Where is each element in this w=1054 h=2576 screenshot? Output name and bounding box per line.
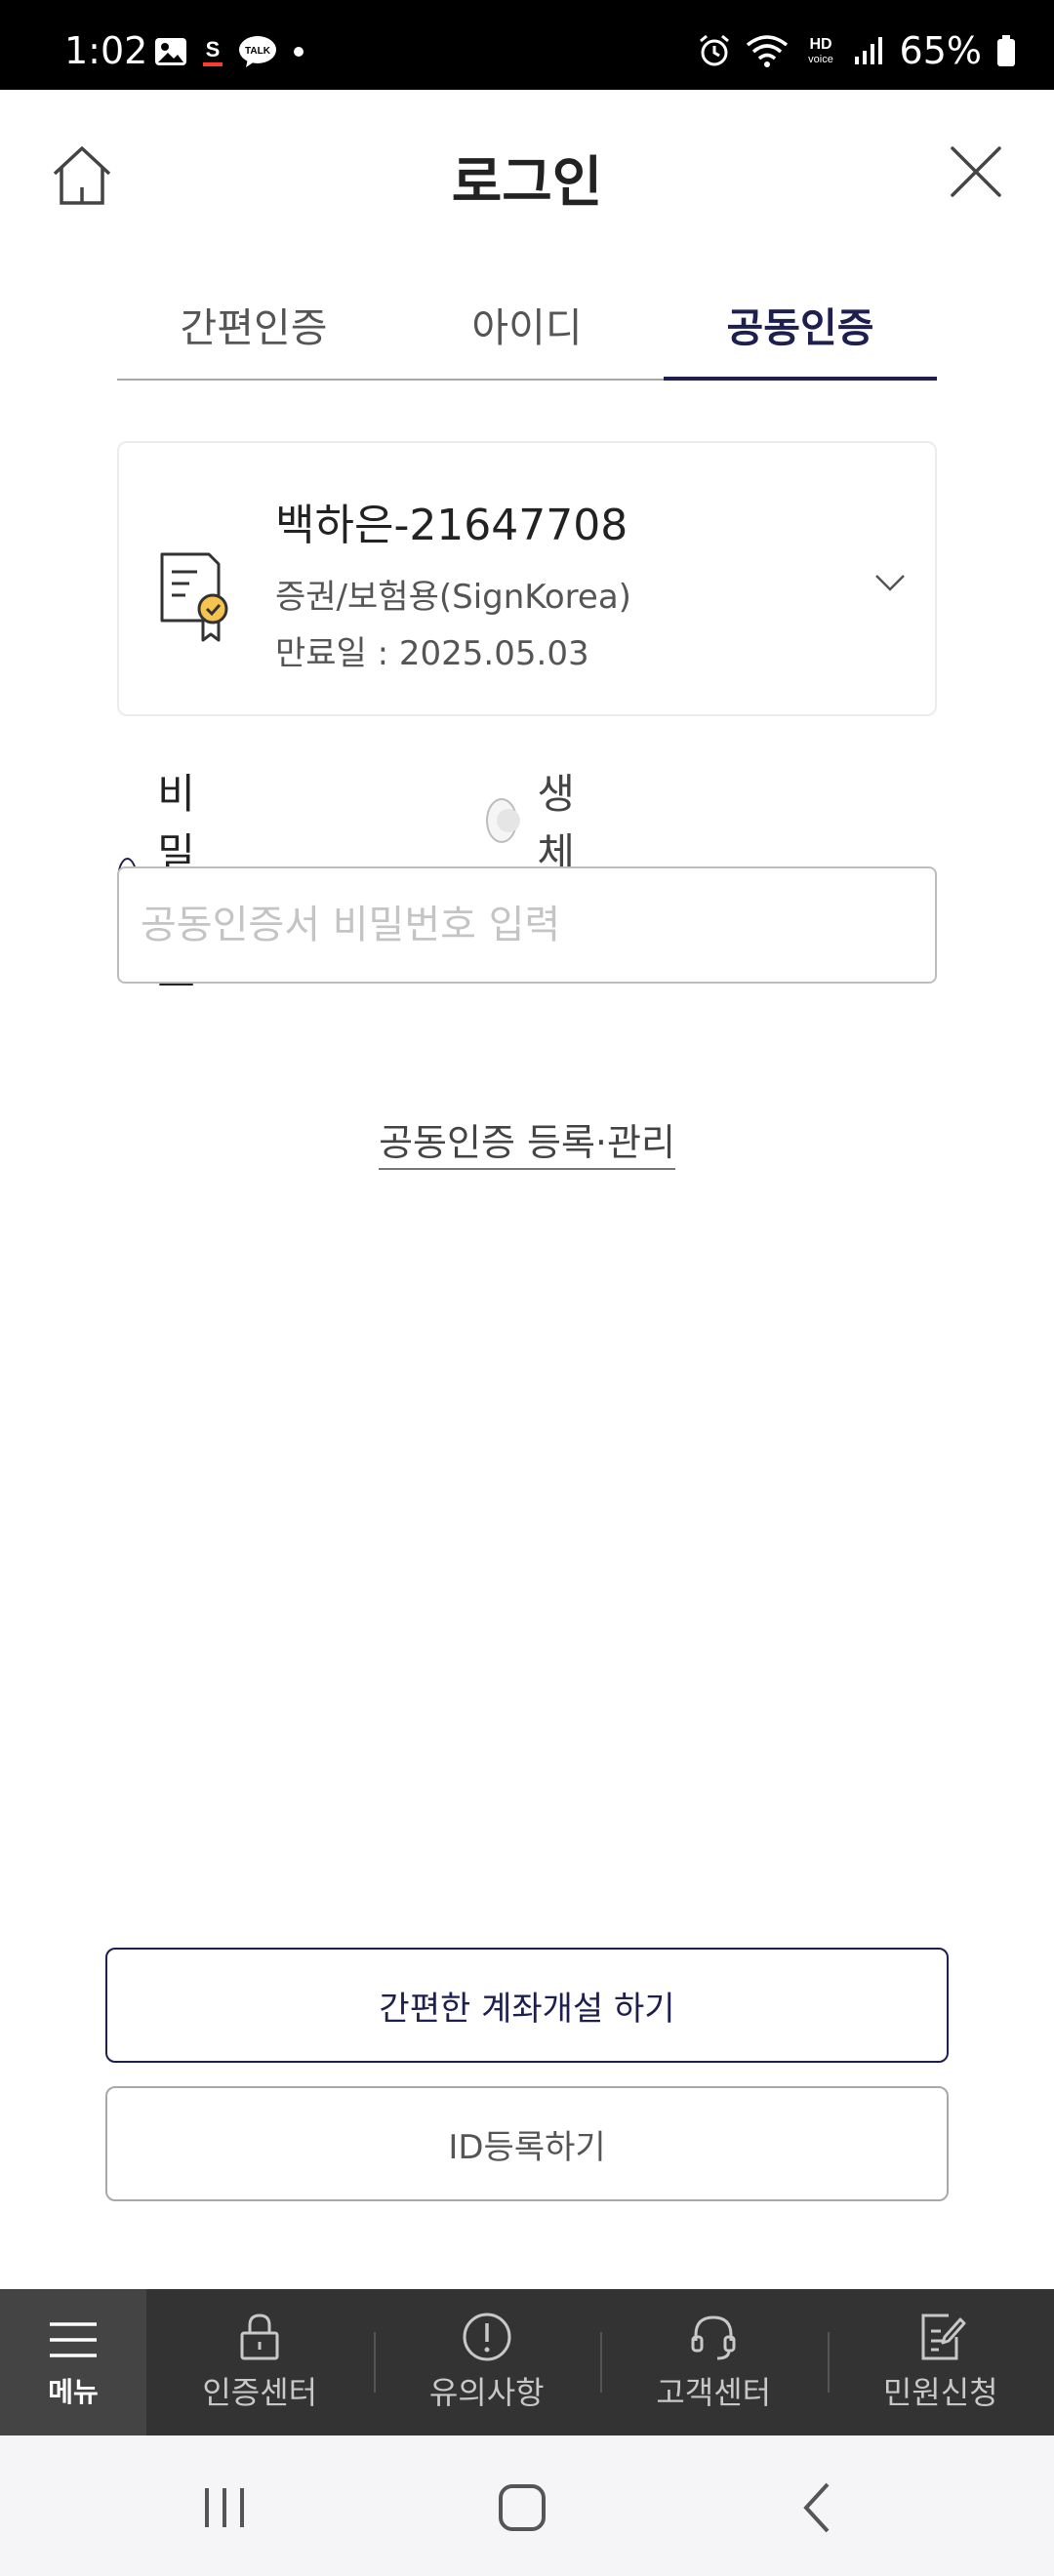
back-icon[interactable] [790, 2480, 849, 2535]
hamburger-icon [50, 2322, 97, 2357]
certificate-name: 백하은-21647708 [275, 501, 628, 550]
chevron-down-icon[interactable] [872, 564, 908, 599]
nav-item-auth-center[interactable]: 인증센터 [146, 2289, 374, 2435]
tab-joint-certificate[interactable]: 공동인증 [664, 283, 937, 381]
system-nav-bar [0, 2435, 1054, 2576]
headset-icon [691, 2315, 736, 2360]
wifi-icon [746, 35, 788, 67]
voice-label: voice [808, 54, 833, 65]
radio-biometric-label: 생체 [537, 770, 576, 877]
battery-icon [997, 35, 1015, 66]
document-edit-icon [921, 2314, 966, 2360]
signal-icon [854, 37, 882, 64]
register-id-button[interactable]: ID등록하기 [105, 2086, 949, 2201]
status-time: 1:02 [64, 29, 148, 72]
recent-apps-icon[interactable] [195, 2480, 254, 2535]
talk-icon-text: TALK [245, 46, 271, 57]
login-tabs: 간편인증 아이디 공동인증 [117, 283, 937, 381]
certificate-card[interactable]: 백하은-21647708 증권/보험용(SignKorea) 만료일 : 202… [117, 441, 937, 716]
dot-icon [294, 47, 304, 57]
battery-percent: 65% [899, 29, 982, 72]
nav-item-complaint[interactable]: 민원신청 [827, 2289, 1054, 2435]
gallery-icon [155, 38, 186, 65]
nav-item-notice-label: 유의사항 [428, 2374, 545, 2411]
nav-divider [373, 2332, 376, 2393]
nav-divider [600, 2332, 602, 2393]
tab-id[interactable]: 아이디 [390, 283, 664, 379]
talk-icon: TALK [239, 36, 276, 67]
s-app-letter: S [206, 37, 221, 61]
alarm-icon [699, 34, 729, 66]
close-icon[interactable] [945, 141, 1007, 203]
certificate-manage-link-wrap: 공동인증 등록·관리 [0, 1112, 1054, 1170]
nav-item-auth-center-label: 인증센터 [202, 2374, 318, 2411]
certificate-expiry: 만료일 : 2025.05.03 [275, 634, 589, 673]
nav-item-complaint-label: 민원신청 [882, 2374, 998, 2411]
status-right: HD voice 65% [697, 29, 1017, 72]
certificate-type: 증권/보험용(SignKorea) [275, 578, 631, 617]
notification-icons: S TALK [154, 35, 306, 68]
nav-item-notice[interactable]: 유의사항 [373, 2289, 601, 2435]
certificate-icon [160, 552, 228, 642]
nav-item-customer-center[interactable]: 고객센터 [600, 2289, 828, 2435]
status-bar: 1:02 S TALK HD voice 65% [0, 0, 1054, 90]
nav-item-menu-label: 메뉴 [48, 2376, 99, 2408]
nav-item-customer-center-label: 고객센터 [656, 2374, 772, 2411]
s-app-icon: S [203, 37, 223, 66]
lock-icon [240, 2314, 279, 2360]
nav-divider [827, 2332, 830, 2393]
home-nav-icon[interactable] [493, 2480, 551, 2535]
tab-simple-auth[interactable]: 간편인증 [117, 283, 390, 379]
alert-icon [463, 2313, 511, 2361]
header: 로그인 [0, 90, 1054, 256]
radio-biometric-button[interactable] [486, 798, 521, 843]
hd-label: HD [809, 36, 831, 53]
certificate-manage-link[interactable]: 공동인증 등록·관리 [379, 1121, 675, 1170]
bottom-nav: 메뉴 인증센터 유의사항 고객센터 민원신청 [0, 2289, 1054, 2435]
page-title: 로그인 [451, 151, 603, 215]
radio-biometric[interactable]: 생체 [486, 761, 588, 880]
open-account-button[interactable]: 간편한 계좌개설 하기 [105, 1948, 949, 2063]
certificate-password-input[interactable] [117, 866, 937, 984]
hd-voice-icon: HD voice [808, 36, 833, 65]
nav-item-menu[interactable]: 메뉴 [0, 2289, 146, 2435]
